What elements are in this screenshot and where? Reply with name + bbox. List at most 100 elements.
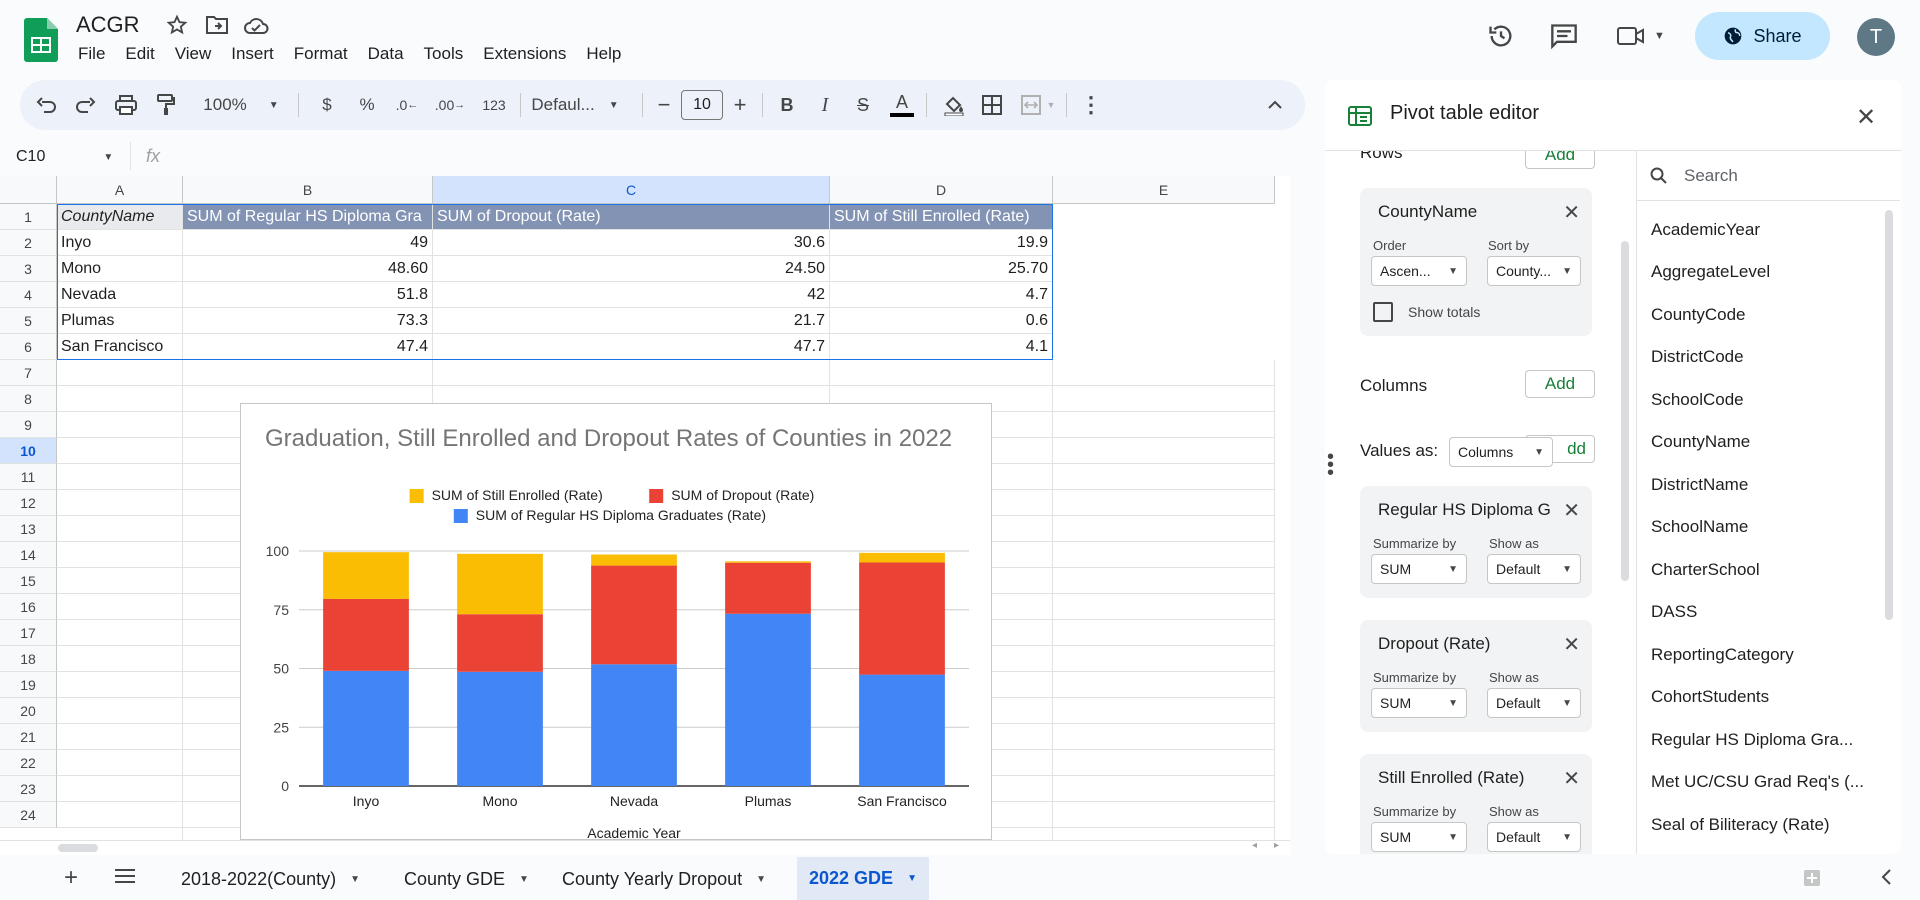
row-header[interactable]: 24	[0, 802, 57, 828]
row-header[interactable]: 23	[0, 776, 57, 802]
zoom-select[interactable]: 100% ▼	[196, 80, 286, 130]
field-list-item[interactable]: SchoolName	[1651, 517, 1748, 537]
paint-format-icon[interactable]	[152, 80, 180, 130]
field-list-item[interactable]: SchoolCode	[1651, 390, 1744, 410]
row-header[interactable]: 6	[0, 334, 57, 360]
row-header[interactable]: 5	[0, 308, 57, 334]
horizontal-scrollbar-thumb[interactable]	[58, 844, 98, 852]
show-totals-checkbox[interactable]	[1373, 302, 1393, 322]
close-icon[interactable]: ✕	[1563, 498, 1580, 523]
sort-by-select[interactable]: County... ▼	[1487, 256, 1581, 286]
field-list-item[interactable]: AggregateLevel	[1651, 262, 1770, 282]
sheets-logo-icon[interactable]	[24, 18, 58, 62]
horizontal-scrollbar[interactable]: ◂ ▸	[0, 840, 1290, 855]
row-header[interactable]: 19	[0, 672, 57, 698]
close-icon[interactable]: ✕	[1563, 766, 1580, 791]
comments-icon[interactable]	[1550, 23, 1578, 49]
close-icon[interactable]: ✕	[1856, 103, 1876, 132]
increase-font-size-button[interactable]: +	[728, 80, 752, 130]
column-header-b[interactable]: B	[183, 176, 433, 204]
undo-icon[interactable]	[32, 80, 60, 130]
collapse-panel-icon[interactable]	[1880, 868, 1892, 886]
print-icon[interactable]	[112, 80, 140, 130]
field-list-item[interactable]: Seal of Biliteracy (Rate)	[1651, 815, 1830, 835]
show-as-select[interactable]: Default ▼	[1487, 688, 1581, 718]
decrease-decimal-button[interactable]: .0 ←	[390, 80, 424, 130]
more-vert-icon[interactable]: ⋮	[1076, 80, 1106, 130]
table-cell[interactable]: 21.7	[433, 308, 830, 334]
table-cell[interactable]: 4.1	[830, 334, 1053, 360]
row-header[interactable]: 1	[0, 204, 57, 230]
formula-input[interactable]	[175, 142, 1285, 172]
menu-extensions[interactable]: Extensions	[483, 44, 566, 64]
column-header-d[interactable]: D	[830, 176, 1053, 204]
field-list-item[interactable]: DASS	[1651, 602, 1697, 622]
pivot-header-cell[interactable]: SUM of Regular HS Diploma Gra	[183, 204, 433, 230]
fill-color-icon[interactable]	[938, 80, 970, 130]
column-header-e[interactable]: E	[1053, 176, 1275, 204]
table-cell[interactable]: 73.3	[183, 308, 433, 334]
meet-icon[interactable]: ▼	[1616, 24, 1665, 48]
table-cell[interactable]: 48.60	[183, 256, 433, 282]
font-size-field[interactable]: 10	[681, 90, 723, 120]
values-as-select[interactable]: Columns ▼	[1449, 437, 1553, 467]
sheet-tab[interactable]: 2018-2022(County) ▼	[169, 862, 372, 896]
cloud-saved-icon[interactable]	[243, 15, 269, 35]
scroll-left-icon[interactable]: ◂	[1252, 840, 1257, 851]
table-cell[interactable]: 49	[183, 230, 433, 256]
field-search[interactable]: Search	[1636, 152, 1900, 201]
row-header[interactable]: 9	[0, 412, 57, 438]
summarize-by-select[interactable]: SUM ▼	[1371, 554, 1467, 584]
row-header[interactable]: 13	[0, 516, 57, 542]
bold-icon[interactable]: B	[772, 80, 802, 130]
star-icon[interactable]	[166, 14, 188, 36]
pivot-header-cell[interactable]: SUM of Dropout (Rate)	[433, 204, 830, 230]
select-all-corner[interactable]	[0, 176, 57, 204]
close-icon[interactable]: ✕	[1563, 200, 1580, 225]
table-cell[interactable]: 24.50	[433, 256, 830, 282]
table-cell[interactable]: 19.9	[830, 230, 1053, 256]
row-header[interactable]: 21	[0, 724, 57, 750]
field-list-item[interactable]: DistrictName	[1651, 475, 1748, 495]
menu-view[interactable]: View	[175, 44, 212, 64]
menu-insert[interactable]: Insert	[231, 44, 274, 64]
table-cell[interactable]: 42	[433, 282, 830, 308]
sheet-tab[interactable]: County Yearly Dropout ▼	[550, 862, 778, 896]
version-history-icon[interactable]	[1487, 22, 1515, 50]
table-cell[interactable]: 30.6	[433, 230, 830, 256]
menu-tools[interactable]: Tools	[424, 44, 464, 64]
share-button[interactable]: Share	[1695, 12, 1830, 60]
row-header[interactable]: 18	[0, 646, 57, 672]
table-cell[interactable]: 25.70	[830, 256, 1053, 282]
document-title[interactable]: ACGR	[76, 12, 140, 38]
redo-icon[interactable]	[72, 80, 100, 130]
field-list-item[interactable]: ReportingCategory	[1651, 645, 1794, 665]
column-header-a[interactable]: A	[57, 176, 183, 204]
close-icon[interactable]: ✕	[1563, 632, 1580, 657]
name-box[interactable]: C10 ▼	[16, 148, 113, 166]
menu-format[interactable]: Format	[294, 44, 348, 64]
field-list-item[interactable]: AcademicYear	[1651, 220, 1760, 240]
decrease-font-size-button[interactable]: −	[652, 80, 676, 130]
table-cell[interactable]: Plumas	[57, 308, 183, 334]
italic-icon[interactable]: I	[810, 80, 840, 130]
table-cell[interactable]: 0.6	[830, 308, 1053, 334]
currency-format-button[interactable]: $	[312, 80, 342, 130]
table-cell[interactable]: 51.8	[183, 282, 433, 308]
all-sheets-icon[interactable]	[114, 868, 136, 884]
row-header[interactable]: 22	[0, 750, 57, 776]
row-header[interactable]: 16	[0, 594, 57, 620]
summarize-by-select[interactable]: SUM ▼	[1371, 688, 1467, 718]
row-header[interactable]: 14	[0, 542, 57, 568]
table-cell[interactable]: Nevada	[57, 282, 183, 308]
percent-format-button[interactable]: %	[352, 80, 382, 130]
resize-handle-icon[interactable]: • • •	[1327, 447, 1334, 483]
move-folder-icon[interactable]	[205, 15, 229, 35]
row-header[interactable]: 17	[0, 620, 57, 646]
row-header[interactable]: 10	[0, 438, 57, 464]
row-header[interactable]: 3	[0, 256, 57, 282]
summarize-by-select[interactable]: SUM ▼	[1371, 822, 1467, 852]
show-as-select[interactable]: Default ▼	[1487, 554, 1581, 584]
avatar[interactable]: T	[1857, 18, 1895, 56]
menu-edit[interactable]: Edit	[125, 44, 154, 64]
